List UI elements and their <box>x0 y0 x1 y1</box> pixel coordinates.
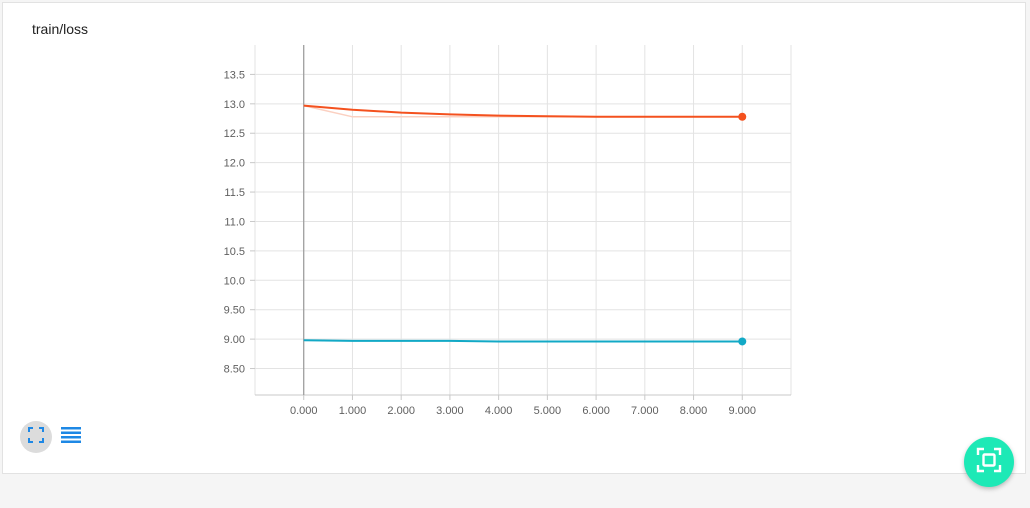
y-tick-label: 9.50 <box>224 305 245 317</box>
x-tick-label: 1.000 <box>339 405 367 417</box>
x-tick-label: 3.000 <box>436 405 464 417</box>
y-tick-label: 10.0 <box>224 275 245 287</box>
series-end-point <box>738 112 747 121</box>
x-tick-label: 7.000 <box>631 405 659 417</box>
axes <box>250 45 791 400</box>
expand-chart-button[interactable] <box>20 421 52 453</box>
x-tick-label: 9.000 <box>729 405 757 417</box>
series-end-point <box>738 337 747 346</box>
y-tick-label: 8.50 <box>224 364 245 376</box>
x-tick-label: 4.000 <box>485 405 513 417</box>
x-tick-label: 0.000 <box>290 405 318 417</box>
x-tick-label: 8.000 <box>680 405 708 417</box>
x-tick-label: 6.000 <box>582 405 610 417</box>
y-tick-label: 11.0 <box>224 216 245 228</box>
x-tick-label: 5.000 <box>534 405 562 417</box>
fit-domain-button[interactable] <box>964 437 1014 487</box>
loss-chart: 0.000 1.000 2.000 3.000 4.000 5.000 6.000 7.000… <box>224 45 792 417</box>
y-tick-label: 11.5 <box>224 187 245 199</box>
fit-domain-icon <box>976 447 1002 478</box>
series-line <box>303 104 743 118</box>
y-tick-label: 12.5 <box>224 128 245 140</box>
y-tick-label: 10.5 <box>224 246 245 258</box>
y-tick-label: 13.5 <box>224 69 245 81</box>
toggle-data-button[interactable] <box>60 426 82 449</box>
y-tick-label: 9.00 <box>224 334 245 346</box>
y-tick-label: 12.0 <box>224 158 245 170</box>
x-tick-label: 2.000 <box>387 405 415 417</box>
fullscreen-icon <box>28 426 44 448</box>
series-line <box>303 339 743 343</box>
y-tick-label: 13.0 <box>224 99 245 111</box>
lines-icon <box>61 426 81 449</box>
